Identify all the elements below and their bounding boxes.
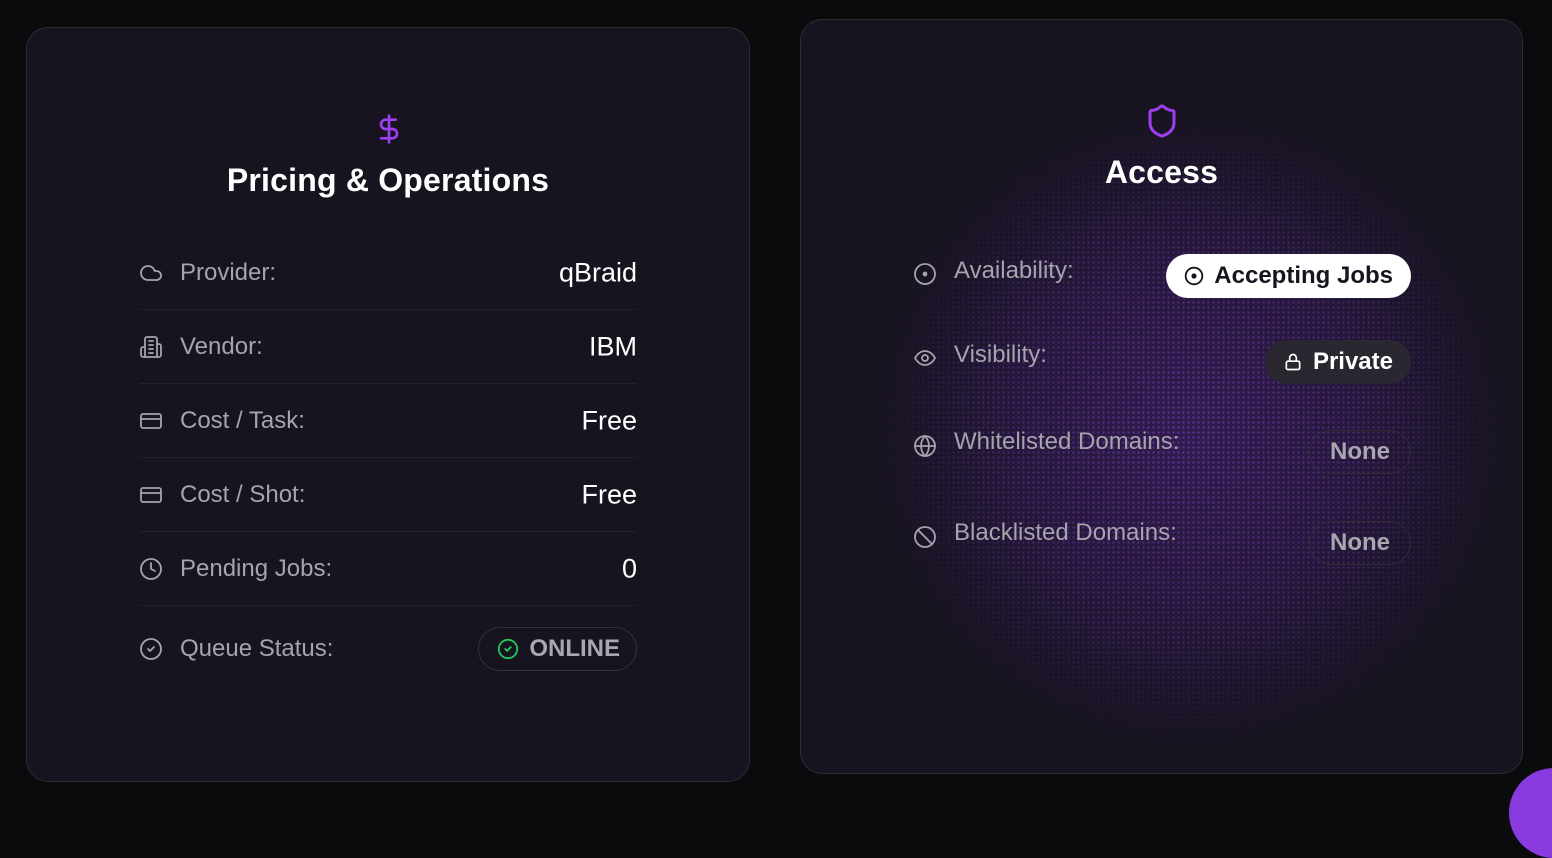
clock-icon — [140, 557, 162, 580]
queue-status-row: Queue Status: ONLINE — [139, 612, 637, 686]
cost-task-row: Cost / Task: Free — [139, 384, 637, 458]
visibility-label: Visibility: — [954, 341, 1047, 369]
whitelisted-badge: None — [1309, 429, 1411, 474]
availability-row: Availability: Accepting Jobs — [913, 250, 1411, 298]
pricing-title: Pricing & Operations — [226, 162, 550, 198]
cost-task-value: Free — [581, 405, 637, 435]
cost-shot-label: Cost / Shot: — [180, 480, 306, 508]
pending-jobs-label: Pending Jobs: — [180, 554, 333, 582]
blacklisted-badge: None — [1309, 520, 1411, 565]
vendor-value: IBM — [588, 331, 637, 361]
blacklisted-row: Blacklisted Domains: None — [913, 513, 1411, 565]
queue-status-value: ONLINE — [529, 635, 620, 662]
credit-card-icon — [140, 412, 162, 429]
lock-icon — [1285, 353, 1301, 371]
whitelisted-label: Whitelisted Domains: — [954, 427, 1180, 455]
ban-icon — [914, 526, 936, 548]
online-check-icon — [498, 638, 519, 660]
target-icon — [914, 263, 936, 285]
queue-status-badge: ONLINE — [478, 627, 637, 671]
pending-jobs-value: 0 — [621, 553, 637, 583]
cloud-icon — [140, 264, 162, 281]
shield-icon — [1148, 104, 1176, 138]
cost-shot-row: Cost / Shot: Free — [139, 458, 637, 532]
visibility-value: Private — [1312, 347, 1393, 375]
pricing-operations-card: Pricing & Operations Provider: qBraid Ve… — [26, 27, 750, 782]
cost-shot-value: Free — [581, 479, 637, 509]
availability-badge: Accepting Jobs — [1166, 253, 1411, 298]
vendor-label: Vendor: — [180, 332, 263, 360]
provider-row: Provider: qBraid — [139, 236, 637, 310]
eye-icon — [914, 350, 936, 366]
pending-jobs-row: Pending Jobs: 0 — [139, 532, 637, 606]
globe-icon — [914, 435, 936, 457]
whitelisted-value: None — [1330, 437, 1390, 465]
check-circle-icon — [140, 638, 162, 660]
queue-status-label: Queue Status: — [180, 635, 334, 662]
target-icon — [1185, 266, 1204, 286]
cost-task-label: Cost / Task: — [180, 406, 305, 434]
blacklisted-value: None — [1330, 528, 1390, 556]
visibility-badge: Private — [1264, 339, 1411, 384]
provider-label: Provider: — [180, 258, 277, 286]
building-icon — [140, 335, 162, 358]
whitelisted-row: Whitelisted Domains: None — [913, 422, 1411, 474]
availability-label: Availability: — [954, 257, 1074, 285]
provider-value: qBraid — [558, 257, 637, 287]
visibility-row: Visibility: Private — [913, 334, 1411, 384]
availability-value: Accepting Jobs — [1214, 261, 1393, 289]
access-card: Access Availability: Accepting Jobs Visi… — [800, 19, 1523, 774]
access-title: Access — [1104, 154, 1219, 190]
vendor-row: Vendor: IBM — [139, 310, 637, 384]
credit-card-icon — [140, 486, 162, 503]
chat-launcher-button[interactable] — [1509, 768, 1552, 858]
blacklisted-label: Blacklisted Domains: — [954, 518, 1177, 546]
dollar-icon — [379, 114, 399, 144]
